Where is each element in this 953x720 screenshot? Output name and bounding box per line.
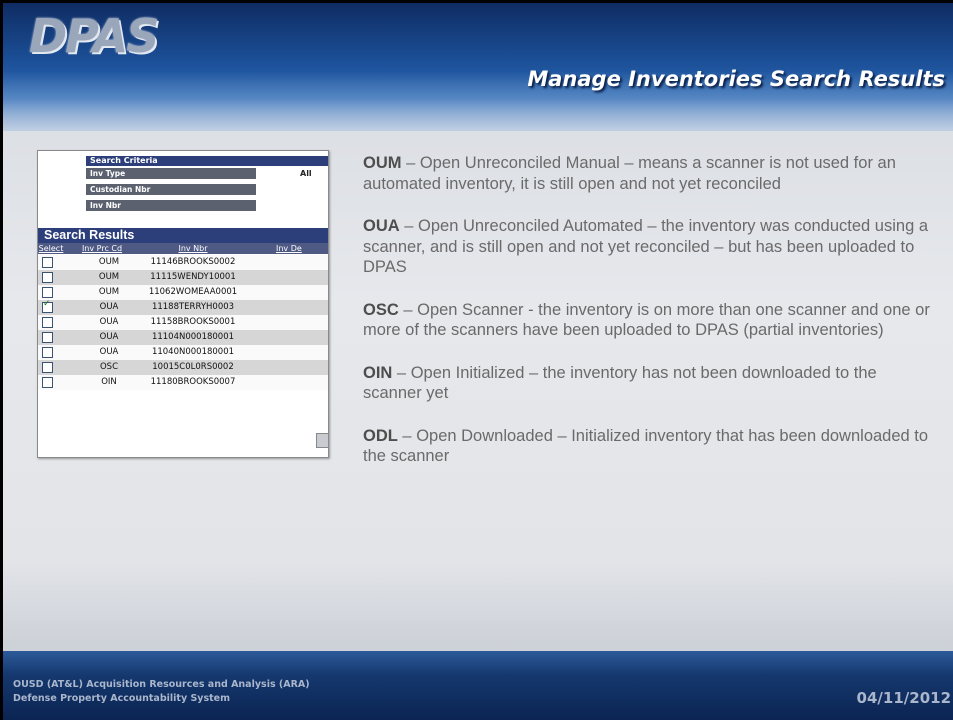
select-checkbox[interactable] bbox=[42, 362, 53, 373]
table-row[interactable]: OUA 11040N000180001 bbox=[38, 345, 328, 360]
inv-nbr-cell: 11040N000180001 bbox=[151, 347, 235, 357]
footer-date: 04/11/2012 bbox=[856, 689, 951, 707]
slide-footer: OUSD (AT&L) Acquisition Resources and An… bbox=[3, 651, 953, 720]
criteria-row-inv-type: Inv Type All bbox=[86, 168, 328, 180]
definition-code: OSC bbox=[363, 300, 399, 319]
inv-nbr-cell: 11158BROOKS0001 bbox=[150, 317, 236, 327]
criteria-label: Custodian Nbr bbox=[86, 184, 256, 195]
definition-code: ODL bbox=[363, 426, 398, 445]
inv-prc-cd-cell: OUM bbox=[98, 272, 120, 282]
inv-nbr-cell: 11146BROOKS0002 bbox=[150, 257, 236, 267]
definition-text: – Open Scanner - the inventory is on mor… bbox=[363, 300, 930, 340]
inv-prc-cd-cell: OUA bbox=[99, 317, 119, 327]
table-row[interactable]: OUM 11062WOMEAA0001 bbox=[38, 285, 328, 300]
definition-code: OUA bbox=[363, 217, 400, 235]
footer-system: Defense Property Accountability System bbox=[13, 693, 231, 704]
inv-nbr-cell: 11062WOMEAA0001 bbox=[148, 287, 238, 297]
definition-oum: OUM – Open Unreconciled Manual – means a… bbox=[363, 153, 931, 194]
definition-code: OIN bbox=[363, 363, 393, 382]
inv-prc-cd-cell: OUA bbox=[99, 302, 119, 312]
select-checkbox-checked[interactable] bbox=[42, 299, 53, 313]
select-checkbox[interactable] bbox=[42, 257, 53, 268]
column-header-inv-nbr[interactable]: Inv Nbr bbox=[140, 243, 246, 254]
select-checkbox[interactable] bbox=[42, 317, 53, 328]
select-checkbox[interactable] bbox=[42, 272, 53, 283]
slide-title: Manage Inventories Search Results bbox=[527, 67, 945, 91]
inv-nbr-cell: 11115WENDY10001 bbox=[150, 272, 236, 282]
dpas-logo: DPAS bbox=[29, 9, 159, 63]
inv-nbr-cell: 10015C0L0RS0002 bbox=[152, 362, 234, 372]
criteria-row-custodian-nbr: Custodian Nbr bbox=[86, 184, 328, 196]
definitions-list: OUM – Open Unreconciled Manual – means a… bbox=[363, 153, 931, 489]
table-row[interactable]: OUM 11146BROOKS0002 bbox=[38, 255, 328, 270]
definition-osc: OSC – Open Scanner - the inventory is on… bbox=[363, 300, 931, 341]
column-header-inv-prc-cd[interactable]: Inv Prc Cd bbox=[64, 243, 140, 254]
criteria-label: Inv Nbr bbox=[86, 200, 256, 211]
definition-text: – Open Downloaded – Initialized inventor… bbox=[363, 426, 929, 466]
column-header-select[interactable]: Select bbox=[38, 243, 64, 254]
scroll-button[interactable] bbox=[316, 433, 328, 448]
table-row[interactable]: OUM 11115WENDY10001 bbox=[38, 270, 328, 285]
definition-oin: OIN – Open Initialized – the inventory h… bbox=[363, 363, 931, 404]
select-checkbox[interactable] bbox=[42, 377, 53, 388]
inv-prc-cd-cell: OUA bbox=[99, 347, 119, 357]
select-checkbox[interactable] bbox=[42, 347, 53, 358]
select-checkbox[interactable] bbox=[42, 287, 53, 298]
definition-odl: ODL – Open Downloaded – Initialized inve… bbox=[363, 426, 931, 467]
inv-prc-cd-cell: OUM bbox=[98, 287, 120, 297]
inv-prc-cd-cell: OUA bbox=[99, 332, 119, 342]
footer-org: OUSD (AT&L) Acquisition Resources and An… bbox=[13, 679, 310, 690]
search-results-header: Search Results bbox=[38, 228, 328, 243]
inv-prc-cd-cell: OSC bbox=[99, 362, 119, 372]
inv-nbr-cell: 11188TERRYH0003 bbox=[151, 302, 235, 312]
definition-oua: OUA – Open Unreconciled Automated – the … bbox=[363, 216, 931, 278]
select-checkbox[interactable] bbox=[42, 332, 53, 343]
criteria-row-inv-nbr: Inv Nbr bbox=[86, 200, 328, 212]
definition-text: – Open Unreconciled Automated – the inve… bbox=[363, 217, 929, 276]
definition-text: – Open Initialized – the inventory has n… bbox=[363, 363, 877, 403]
column-header-inv-desc[interactable]: Inv De bbox=[246, 243, 328, 254]
table-row[interactable]: OUA 11104N000180001 bbox=[38, 330, 328, 345]
definition-code: OUM bbox=[363, 154, 402, 172]
criteria-value[interactable]: All bbox=[300, 168, 312, 179]
definition-text: – Open Unreconciled Manual – means a sca… bbox=[363, 154, 896, 193]
table-row[interactable]: OUA 11188TERRYH0003 bbox=[38, 299, 328, 315]
inv-nbr-cell: 11180BROOKS0007 bbox=[150, 377, 236, 387]
table-row[interactable]: OUA 11158BROOKS0001 bbox=[38, 315, 328, 330]
table-row[interactable]: OSC 10015C0L0RS0002 bbox=[38, 360, 328, 375]
criteria-label: Inv Type bbox=[86, 168, 256, 179]
search-criteria-header: Search Criteria bbox=[86, 156, 328, 166]
inv-prc-cd-cell: OUM bbox=[98, 257, 120, 267]
slide: DPAS Manage Inventories Search Results S… bbox=[3, 3, 953, 720]
slide-header: DPAS Manage Inventories Search Results bbox=[3, 3, 953, 131]
inv-nbr-cell: 11104N000180001 bbox=[151, 332, 235, 342]
search-results-screenshot: Search Criteria Inv Type All Custodian N… bbox=[37, 150, 329, 458]
inv-prc-cd-cell: OIN bbox=[101, 377, 117, 387]
table-row[interactable]: OIN 11180BROOKS0007 bbox=[38, 375, 328, 390]
